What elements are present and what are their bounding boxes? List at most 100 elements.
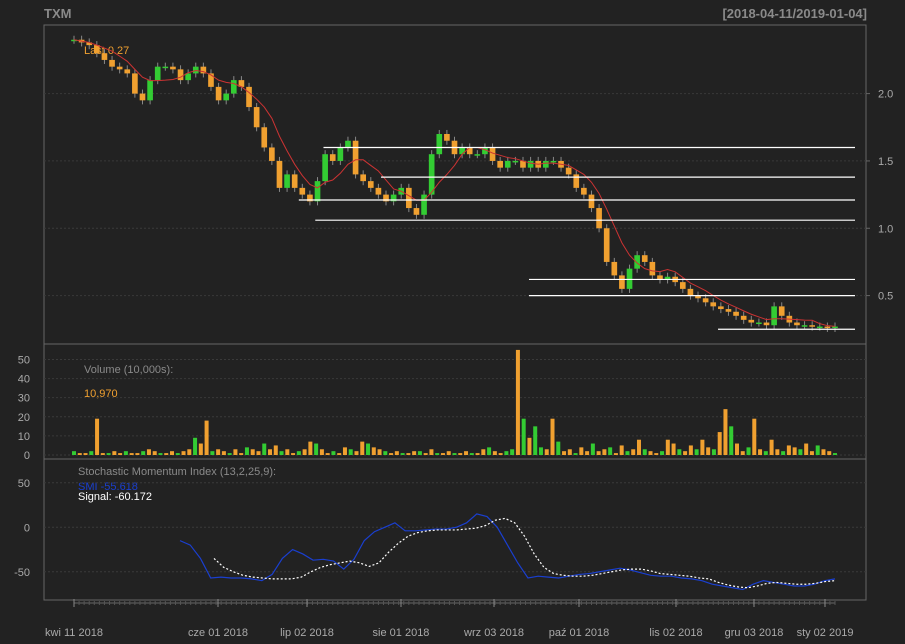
price-candle [619,275,625,289]
volume-bar [832,453,838,455]
panels-frame [43,24,867,601]
price-candle [824,326,831,329]
volume-bar [781,451,786,455]
volume-bar [654,453,659,455]
volume-bar [758,449,763,455]
volume-bar [481,449,486,455]
volume-tick-label: 0 [24,450,30,462]
volume-bar [193,437,198,455]
volume-bar [198,443,203,455]
volume-bar [106,453,111,455]
volume-bar [377,449,382,455]
volume-bar [521,418,526,455]
volume-bar [100,453,105,455]
volume-bar [308,441,313,455]
price-candle [284,174,290,188]
smi-tick-label: 50 [18,478,30,490]
volume-bar [250,449,255,455]
price-candle [466,147,473,155]
volume-bar [596,451,601,455]
price-candle [124,69,131,74]
price-candle [322,154,328,182]
volume-bar [625,451,630,455]
price-candle [649,261,656,276]
price-candle [337,147,344,161]
volume-bar [660,451,665,455]
price-candle [261,127,268,148]
volume-bar [573,453,578,455]
price-tick-label: 2.0 [878,89,893,101]
volume-bar [688,445,693,455]
volume-bar [734,443,739,455]
volume-bar [354,451,359,455]
volume-bar [510,449,515,455]
price-candle [588,194,595,209]
volume-bar [406,453,411,455]
volume-bar [544,449,549,455]
volume-bar [602,449,607,455]
price-candle [611,261,618,276]
price-candle [444,134,450,141]
volume-bar [579,447,584,455]
price-candle [246,86,252,108]
volume-bar [809,451,814,455]
price-candle [771,306,777,326]
volume-bar [325,453,330,455]
volume-bar [262,443,267,455]
volume-bar [763,451,768,455]
x-tick-label: kwi 11 2018 [45,627,103,639]
volume-bar [538,447,543,455]
volume-bar [671,443,676,455]
price-candle [116,66,123,70]
price-candle [147,80,153,101]
price-candle [634,255,640,269]
volume-bar [77,453,82,455]
volume-bar [498,453,503,455]
price-candle [702,298,709,303]
volume-tick-label: 20 [18,412,30,424]
volume-bar [487,447,492,455]
volume-bar [642,449,647,455]
volume-bar [492,451,497,455]
price-candle [276,160,283,188]
price-candle [132,73,138,94]
volume-bar [233,449,238,455]
volume-bar [665,439,670,455]
volume-bar [608,447,613,455]
volume-bar [683,451,688,455]
volume-bar [452,453,457,455]
price-candle [459,147,465,155]
volume-bar [464,451,469,455]
volume-bar [585,451,590,455]
x-tick-label: wrz 03 2018 [463,627,524,639]
volume-bar [319,449,324,455]
volume-bar [475,453,480,455]
price-candle [413,208,420,215]
x-tick-label: paź 01 2018 [549,627,610,639]
price-candle [299,187,306,195]
price-candle [718,306,724,310]
price-candle [428,154,435,195]
volume-bar [815,445,820,455]
price-candle [314,181,321,202]
volume-bar [83,453,88,455]
price-candle [733,311,739,316]
price-candle [177,69,184,81]
volume-bar [285,449,290,455]
volume-bar [440,453,445,455]
x-tick-label: cze 01 2018 [188,627,248,639]
price-candle [794,322,800,326]
volume-bar [314,443,319,455]
price-candle [832,326,838,329]
volume-bar [446,451,451,455]
smi-line [179,513,836,591]
volume-bar [417,451,422,455]
price-candle [352,140,359,175]
volume-bar [360,441,365,455]
stock-chart: 0.5 1.0 1.5 2.0 0 10 20 30 40 50 -50 0 50 kwi 11 2018… [14,24,893,639]
volume-bar [706,447,711,455]
volume-bar [268,449,273,455]
volume-tick-label: 10 [18,431,30,443]
volume-bar [366,443,371,455]
volume-bar [210,451,215,455]
